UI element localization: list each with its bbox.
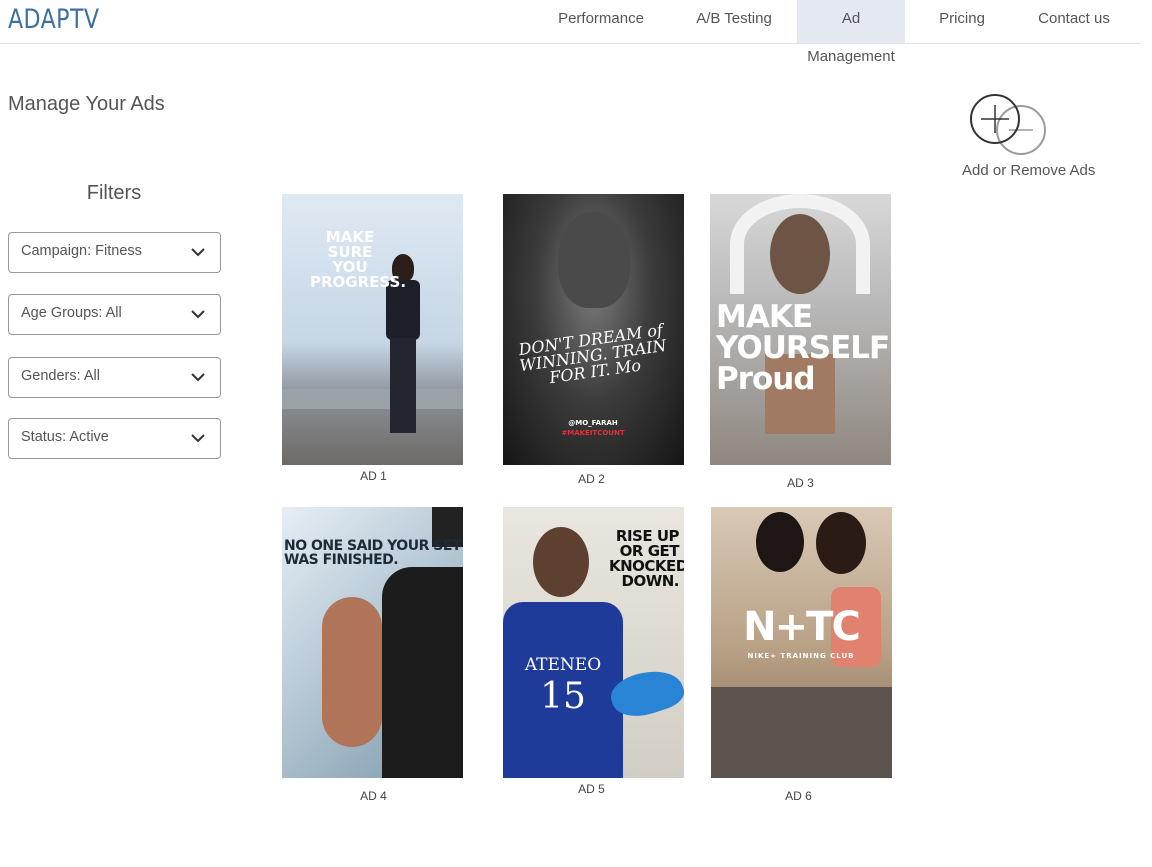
- ad-6-thumbnail[interactable]: N+TC NIKE+ TRAINING CLUB: [711, 507, 892, 778]
- ad-1-label: AD 1: [360, 469, 387, 483]
- ad-1-poster-text: MAKE SURE YOU PROGRESS.: [310, 228, 407, 291]
- ad-4-thumbnail[interactable]: NO ONE SAID YOUR SET WAS FINISHED.: [282, 507, 463, 778]
- chevron-down-icon: [191, 310, 205, 319]
- ad-3-label: AD 3: [787, 476, 814, 490]
- ad-2-poster-text: DON'T DREAM of WINNING. TRAIN FOR IT. Mo: [517, 320, 668, 388]
- add-remove-ads-button[interactable]: Add or Remove Ads: [962, 92, 1102, 184]
- athlete-face: [558, 212, 630, 308]
- nav-ab-testing[interactable]: A/B Testing: [690, 0, 778, 43]
- rooftop-scenery: [282, 389, 463, 409]
- logo[interactable]: ADAPTV: [8, 4, 99, 35]
- ad-3-thumbnail[interactable]: MAKE YOURSELF Proud: [710, 194, 891, 465]
- top-navigation-bar: ADAPTV Performance A/B Testing Ad Manage…: [0, 0, 1140, 65]
- ad-6-poster-text: N+TC: [743, 604, 861, 650]
- campaign-select-value: Campaign: Fitness: [21, 243, 142, 259]
- page-title: Manage Your Ads: [8, 93, 165, 115]
- athlete-arm: [322, 597, 382, 747]
- ad-2-thumbnail[interactable]: DON'T DREAM of WINNING. TRAIN FOR IT. Mo…: [503, 194, 684, 465]
- status-select[interactable]: Status: Active: [8, 418, 221, 459]
- status-select-value: Status: Active: [21, 429, 109, 445]
- nav-ad-management[interactable]: Ad Management: [797, 0, 905, 65]
- chevron-down-icon: [191, 434, 205, 443]
- ad-4-label: AD 4: [360, 789, 387, 803]
- ad-4-poster-text: NO ONE SAID YOUR SET WAS FINISHED.: [284, 538, 461, 568]
- ad-5-poster-text: RISE UP OR GET KNOCKED DOWN.: [609, 527, 684, 590]
- ad-2-hashtag: #MAKEITCOUNT: [561, 429, 625, 437]
- campaign-select[interactable]: Campaign: Fitness: [8, 232, 221, 273]
- ad-2-label: AD 2: [578, 472, 605, 486]
- ad-5-jersey-text: ATENEO: [524, 655, 602, 675]
- nav-pricing[interactable]: Pricing: [926, 0, 998, 43]
- ad-6-label: AD 6: [785, 789, 812, 803]
- add-remove-icon: [970, 94, 1046, 155]
- age-groups-select-value: Age Groups: All: [21, 305, 122, 321]
- athlete-face: [533, 527, 589, 597]
- filters-title: Filters: [86, 182, 142, 204]
- add-remove-label: Add or Remove Ads: [962, 162, 1096, 179]
- ad-3-poster-text: MAKE YOURSELF Proud: [716, 299, 890, 397]
- nav-performance[interactable]: Performance: [545, 0, 657, 43]
- age-groups-select[interactable]: Age Groups: All: [8, 294, 221, 335]
- ad-2-handle: @MO_FARAH: [568, 419, 618, 427]
- ad-5-jersey-number: 15: [540, 676, 586, 717]
- chevron-down-icon: [191, 373, 205, 382]
- ad-1-thumbnail[interactable]: MAKE SURE YOU PROGRESS.: [282, 194, 463, 465]
- ad-5-thumbnail[interactable]: ATENEO 15 RISE UP OR GET KNOCKED DOWN.: [503, 507, 684, 778]
- ad-6-subtext: NIKE+ TRAINING CLUB: [747, 652, 855, 660]
- nav-contact-us[interactable]: Contact us: [1030, 0, 1118, 43]
- chevron-down-icon: [191, 248, 205, 257]
- genders-select[interactable]: Genders: All: [8, 357, 221, 398]
- athlete-face: [756, 512, 804, 572]
- ad-5-label: AD 5: [578, 782, 605, 796]
- genders-select-value: Genders: All: [21, 368, 100, 384]
- tank-top: [382, 567, 463, 778]
